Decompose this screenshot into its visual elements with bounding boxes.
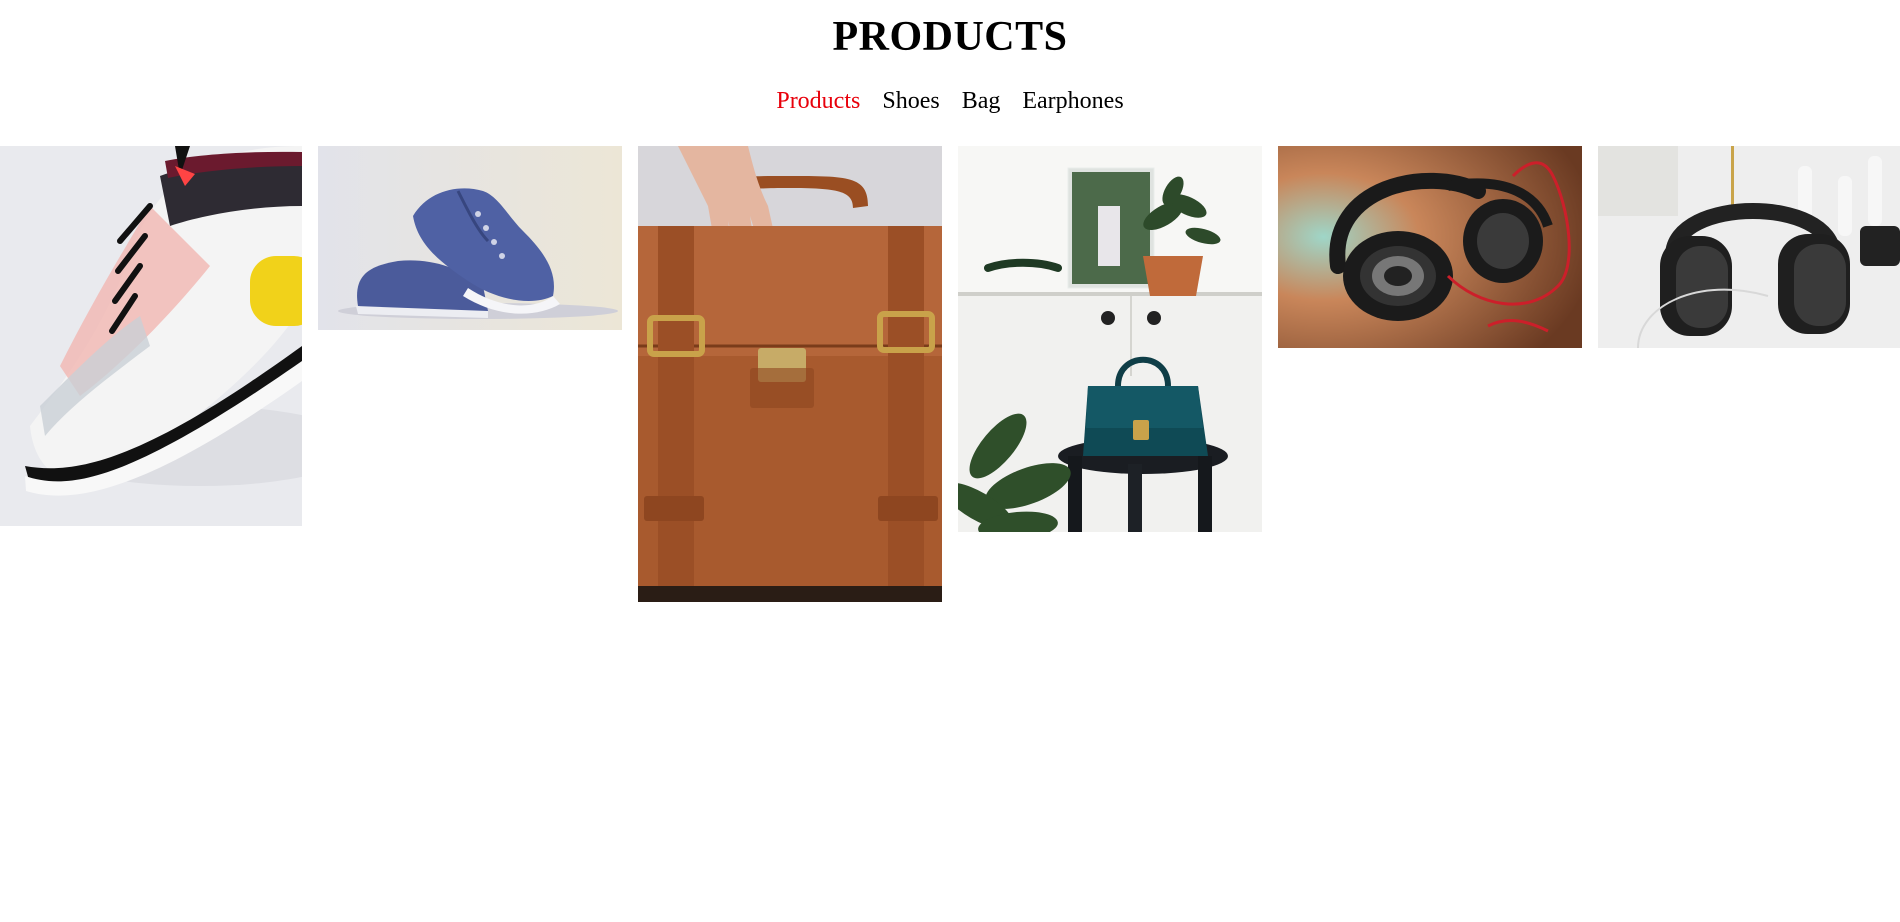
nav-item-bag[interactable]: Bag xyxy=(962,86,1001,116)
product-card-headphones-black[interactable] xyxy=(1598,146,1900,348)
product-image-satchel xyxy=(638,146,942,602)
nav-item-products[interactable]: Products xyxy=(776,86,860,116)
product-image-sneaker xyxy=(0,146,302,526)
product-image-canvas-shoes xyxy=(318,146,622,330)
product-card-satchel[interactable] xyxy=(638,146,942,602)
products-page: PRODUCTS Products Shoes Bag Earphones xyxy=(0,0,1900,922)
product-card-sneaker[interactable] xyxy=(0,146,304,526)
nav-item-earphones[interactable]: Earphones xyxy=(1022,86,1123,116)
category-nav: Products Shoes Bag Earphones xyxy=(0,86,1900,116)
product-card-headphones-red[interactable] xyxy=(1278,146,1582,348)
product-card-canvas-shoes[interactable] xyxy=(318,146,622,330)
page-title: PRODUCTS xyxy=(832,14,1068,60)
product-image-headphones-red xyxy=(1278,146,1582,348)
nav-item-shoes[interactable]: Shoes xyxy=(882,86,939,116)
product-image-handbag xyxy=(958,146,1262,532)
product-card-handbag[interactable] xyxy=(958,146,1262,532)
product-image-headphones-black xyxy=(1598,146,1900,348)
